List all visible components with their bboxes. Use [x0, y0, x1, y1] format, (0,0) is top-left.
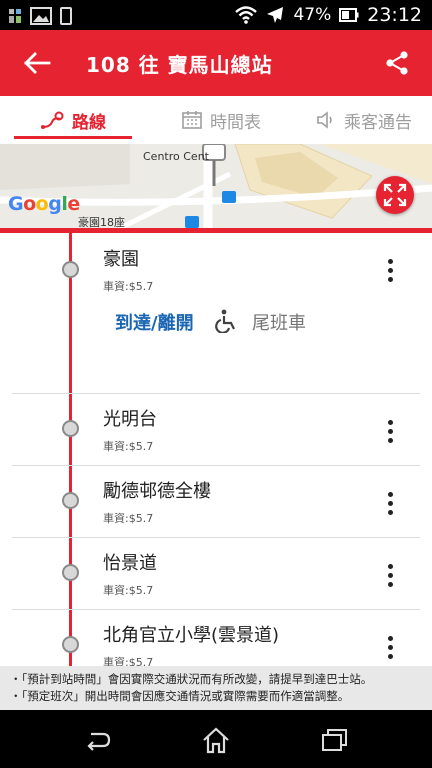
stop-item[interactable]: 勵德邨德全樓 車資:$5.7 — [0, 466, 432, 537]
back-nav-icon[interactable] — [82, 726, 112, 754]
map-label-centro: Centro Cent — [143, 150, 209, 163]
more-options-icon[interactable] — [381, 563, 399, 589]
google-logo: Google — [8, 193, 80, 215]
tab-passenger-notice[interactable]: 乘客通告 — [316, 96, 412, 144]
stop-fare: 車資:$5.7 — [103, 512, 154, 525]
stop-dot — [62, 564, 79, 581]
more-options-icon[interactable] — [381, 635, 399, 661]
more-options-icon[interactable] — [381, 491, 399, 517]
stop-name: 北角官立小學(雲景道) — [103, 625, 280, 646]
map-label-estate: 豪園18座 — [78, 216, 125, 228]
stop-item[interactable]: 北角官立小學(雲景道) 車資:$5.7 — [0, 610, 432, 666]
last-bus-label: 尾班車 — [252, 313, 306, 334]
tab-timetable-label: 時間表 — [210, 112, 261, 133]
stop-item[interactable]: 光明台 車資:$5.7 — [0, 394, 432, 465]
stop-name: 怡景道 — [103, 553, 157, 574]
stop-dot — [62, 636, 79, 653]
battery-icon — [339, 8, 359, 22]
sim-icon — [60, 7, 72, 25]
app-bar: 108 往 寶馬山總站 — [0, 30, 432, 96]
image-icon — [30, 7, 52, 25]
stop-dot — [62, 261, 79, 278]
wifi-icon — [235, 6, 258, 24]
notice-footer: ・「預計到站時間」會因實際交通狀況而有所改變，請提早到達巴士站。 ・「預定班次」… — [0, 666, 432, 710]
notification-icon — [9, 9, 21, 23]
airplane-icon — [267, 7, 284, 23]
fullscreen-icon — [383, 183, 407, 207]
fullscreen-button[interactable] — [376, 176, 414, 214]
arrive-depart-button[interactable]: 到達/離開 — [115, 309, 194, 335]
stop-dot — [62, 420, 79, 437]
active-tab-indicator — [14, 136, 132, 139]
battery-percent: 47% — [293, 5, 332, 25]
tab-notice-label: 乘客通告 — [344, 112, 412, 133]
notice-line-schedule: ・「預定班次」開出時間會因應交通情況或實際需要而作適當調整。 — [10, 689, 350, 703]
status-right: 47% 23:12 — [235, 4, 422, 26]
stop-item[interactable]: 豪園 車資:$5.7 到達/離開 尾班車 — [0, 233, 432, 393]
home-nav-icon[interactable] — [201, 726, 231, 754]
stop-name: 勵德邨德全樓 — [103, 481, 211, 502]
system-nav-bar — [0, 710, 432, 768]
stop-list[interactable]: 豪園 車資:$5.7 到達/離開 尾班車 光明台 車資:$5.7 勵德邨德全樓 … — [0, 233, 432, 666]
stop-fare: 車資:$5.7 — [103, 280, 154, 293]
stop-item[interactable]: 怡景道 車資:$5.7 — [0, 538, 432, 609]
more-options-icon[interactable] — [381, 419, 399, 445]
stop-fare: 車資:$5.7 — [103, 584, 154, 597]
calendar-icon — [182, 111, 202, 129]
stop-fare: 車資:$5.7 — [103, 656, 154, 666]
tab-route-label: 路線 — [72, 112, 106, 133]
status-bar: 47% 23:12 — [0, 0, 432, 30]
speaker-icon — [317, 111, 332, 129]
more-options-icon[interactable] — [381, 258, 399, 284]
clock: 23:12 — [367, 4, 422, 26]
stop-dot — [62, 492, 79, 509]
notice-line-eta: ・「預計到站時間」會因實際交通狀況而有所改變，請提早到達巴士站。 — [10, 672, 373, 686]
map-background — [0, 144, 432, 228]
share-icon[interactable] — [382, 48, 412, 78]
map-view[interactable]: Centro Cent 豪園18座 Google — [0, 144, 432, 228]
stop-name: 豪園 — [103, 249, 139, 270]
route-icon — [41, 111, 64, 129]
recents-nav-icon[interactable] — [320, 726, 350, 754]
arrow-back-icon[interactable] — [20, 46, 54, 80]
screen: 47% 23:12 108 往 寶馬山總站 路線 時間表 乘客通告 Centro… — [0, 0, 432, 768]
wheelchair-icon — [215, 309, 235, 333]
page-title: 108 往 寶馬山總站 — [86, 53, 273, 77]
stop-name: 光明台 — [103, 409, 157, 430]
status-left — [8, 7, 72, 25]
stop-fare: 車資:$5.7 — [103, 440, 154, 453]
tab-timetable[interactable]: 時間表 — [182, 96, 261, 144]
